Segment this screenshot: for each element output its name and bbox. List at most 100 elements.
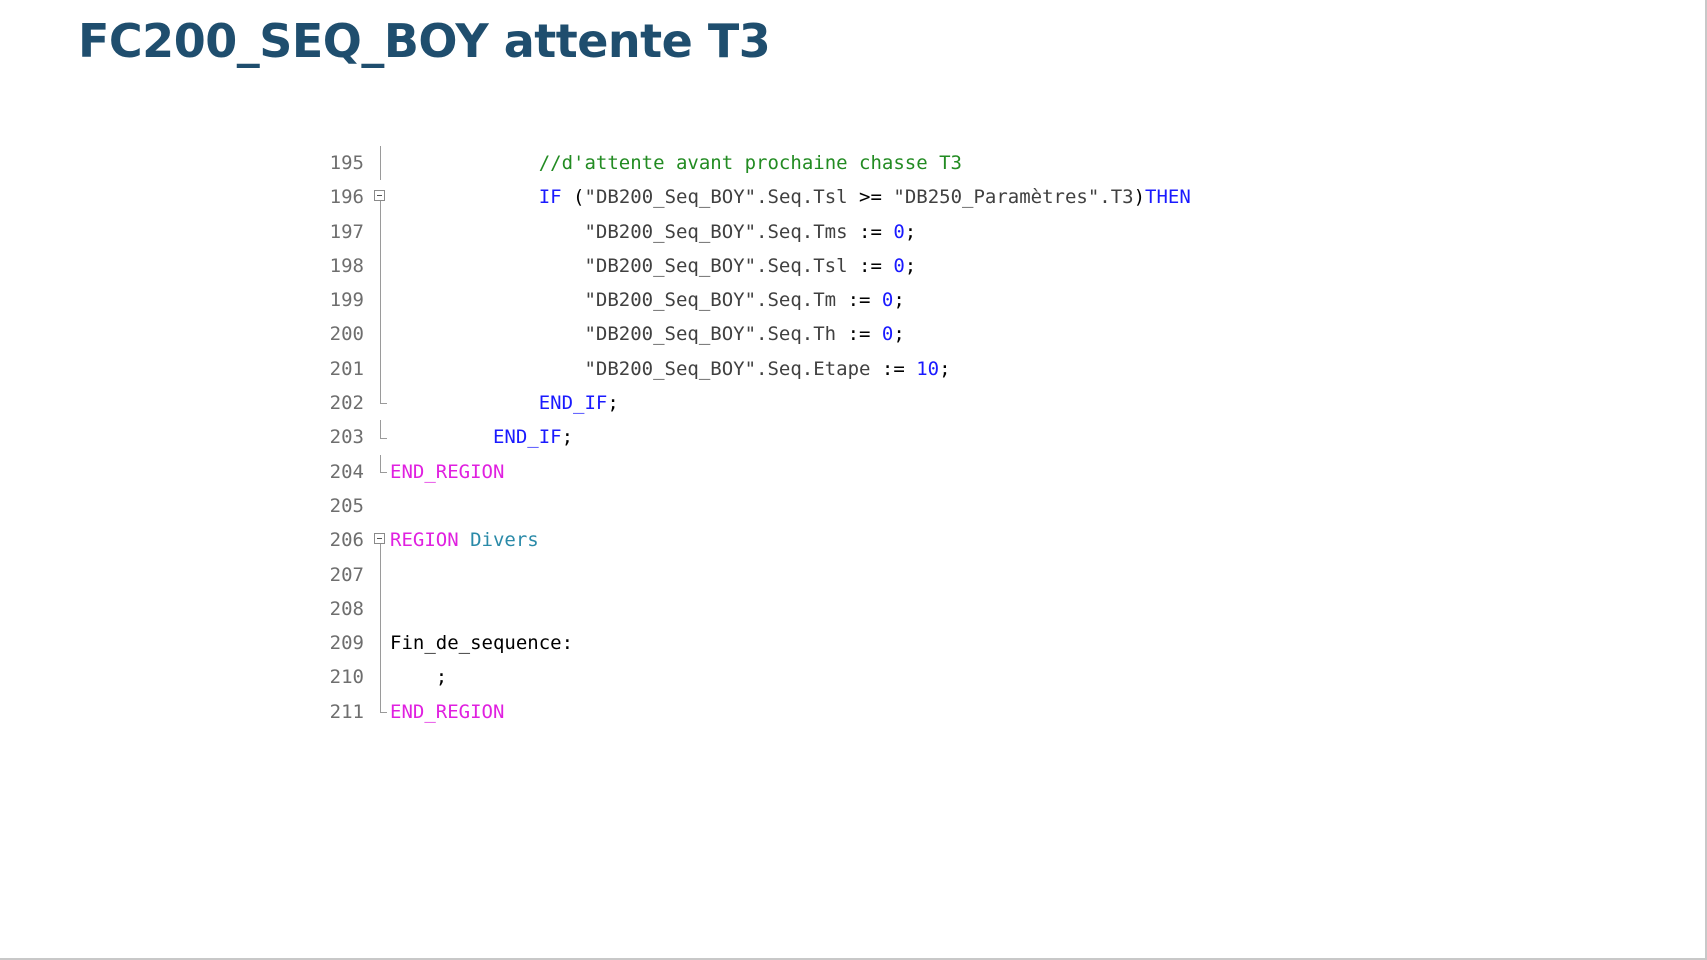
code-token-string: "DB250_Paramètres".T3 — [893, 186, 1134, 209]
code-token-op: := — [836, 289, 882, 312]
code-token-op: := — [870, 357, 917, 380]
code-text: END_REGION — [390, 455, 504, 489]
code-token-string: "DB200_Seq_BOY".Seq.Etape — [584, 357, 871, 380]
code-text: //d'attente avant prochaine chasse T3 — [390, 146, 962, 180]
code-token-op: ( — [561, 186, 585, 209]
code-token-op: ; — [561, 426, 574, 449]
line-number: 198 — [329, 254, 364, 277]
code-line[interactable]: 199 "DB200_Seq_BOY".Seq.Tm := 0; — [300, 283, 1400, 318]
line-number: 199 — [329, 289, 364, 312]
fold-gutter — [372, 283, 390, 318]
code-token-keyword: THEN — [1145, 186, 1191, 209]
fold-gutter — [372, 317, 390, 352]
line-number: 209 — [329, 632, 364, 655]
code-line[interactable]: 210 ; — [300, 660, 1400, 695]
code-line[interactable]: 202 END_IF; — [300, 386, 1400, 420]
fold-gutter — [372, 248, 390, 284]
line-number: 200 — [329, 323, 364, 346]
collapse-toggle-icon[interactable] — [374, 190, 385, 202]
line-number: 195 — [329, 152, 364, 174]
fold-gutter — [372, 146, 390, 181]
code-token-op: ; — [893, 289, 905, 312]
code-token-string: "DB200_Seq_BOY".Seq.Tm — [584, 289, 837, 312]
code-line[interactable]: 196 IF ("DB200_Seq_BOY".Seq.Tsl >= "DB25… — [300, 180, 1400, 215]
code-line[interactable]: 207 — [300, 557, 1400, 592]
code-token-number: 0 — [893, 254, 905, 277]
code-token-string: "DB200_Seq_BOY".Seq.Th — [584, 323, 837, 346]
code-token-op: ; — [607, 392, 619, 415]
fold-gutter — [372, 214, 390, 249]
code-token-op: ; — [904, 220, 917, 243]
code-token-keyword: END_IF — [538, 392, 608, 415]
code-token-op: >= — [847, 186, 894, 209]
line-number: 208 — [329, 597, 364, 620]
collapse-toggle-icon[interactable] — [374, 533, 385, 545]
code-token-number: 0 — [881, 289, 894, 312]
fold-gutter — [372, 180, 390, 215]
code-text: "DB200_Seq_BOY".Seq.Tms := 0; — [390, 215, 916, 249]
code-line[interactable]: 200 "DB200_Seq_BOY".Seq.Th := 0; — [300, 317, 1400, 352]
line-number: 204 — [329, 460, 364, 483]
code-line[interactable]: 197 "DB200_Seq_BOY".Seq.Tms := 0; — [300, 214, 1400, 249]
code-token-string: "DB200_Seq_BOY".Seq.Tsl — [584, 186, 848, 209]
code-text: END_IF; — [390, 386, 619, 420]
code-line[interactable]: 206 REGION Divers — [300, 523, 1400, 558]
line-number: 210 — [329, 666, 364, 689]
code-text: END_REGION — [390, 695, 504, 729]
code-token-op: ; — [904, 254, 917, 277]
code-token-keyword: IF — [538, 186, 562, 209]
code-token-op — [459, 529, 470, 551]
slide-title: FC200_SEQ_BOY attente T3 — [78, 14, 771, 68]
fold-gutter — [372, 351, 390, 387]
code-text: "DB200_Seq_BOY".Seq.Th := 0; — [390, 317, 905, 351]
code-line[interactable]: 205 — [300, 489, 1400, 523]
slide: FC200_SEQ_BOY attente T3 195 //d'attente… — [0, 0, 1707, 960]
code-token-op: := — [836, 323, 882, 346]
line-number: 197 — [329, 220, 364, 243]
code-token-region: END_REGION — [390, 700, 505, 723]
code-token-op: ; — [939, 357, 951, 380]
code-token-region: END_REGION — [390, 460, 505, 483]
code-token-op: ) — [1133, 186, 1146, 209]
code-text: ; — [390, 660, 447, 694]
code-token-number: 10 — [916, 357, 940, 380]
code-line[interactable]: 208 — [300, 591, 1400, 627]
line-number: 201 — [329, 357, 364, 380]
code-line[interactable]: 198 "DB200_Seq_BOY".Seq.Tsl := 0; — [300, 248, 1400, 284]
fold-gutter — [372, 454, 390, 489]
code-editor[interactable]: 195 //d'attente avant prochaine chasse T… — [300, 146, 1400, 729]
fold-gutter — [372, 386, 390, 420]
fold-gutter — [372, 420, 390, 454]
fold-gutter — [372, 557, 390, 592]
code-text: END_IF; — [390, 420, 573, 454]
line-number: 196 — [329, 186, 364, 209]
code-line[interactable]: 201 "DB200_Seq_BOY".Seq.Etape := 10; — [300, 351, 1400, 387]
code-text: IF ("DB200_Seq_BOY".Seq.Tsl >= "DB250_Pa… — [390, 180, 1191, 214]
code-text: "DB200_Seq_BOY".Seq.Etape := 10; — [390, 352, 951, 386]
code-line[interactable]: 203 END_IF; — [300, 420, 1400, 454]
code-token-string: "DB200_Seq_BOY".Seq.Tms — [584, 220, 848, 243]
code-token-op: := — [847, 220, 894, 243]
line-number: 211 — [329, 700, 364, 723]
code-line[interactable]: 209 Fin_de_sequence: — [300, 626, 1400, 661]
code-token-plain: ; — [435, 666, 448, 689]
line-number: 207 — [329, 563, 364, 586]
line-number: 206 — [329, 529, 364, 552]
code-token-region: REGION — [390, 529, 459, 552]
code-line[interactable]: 211 END_REGION — [300, 694, 1400, 729]
code-text: "DB200_Seq_BOY".Seq.Tsl := 0; — [390, 249, 916, 283]
code-token-number: 0 — [893, 220, 905, 243]
code-token-regionname: Divers — [470, 529, 539, 552]
line-number: 205 — [329, 494, 364, 517]
code-token-string: "DB200_Seq_BOY".Seq.Tsl — [584, 254, 848, 277]
code-token-number: 0 — [881, 323, 894, 346]
code-line[interactable]: 195 //d'attente avant prochaine chasse T… — [300, 146, 1400, 181]
fold-gutter — [372, 694, 390, 729]
fold-gutter — [372, 660, 390, 695]
fold-gutter — [372, 591, 390, 627]
fold-gutter — [372, 523, 390, 558]
code-line[interactable]: 204 END_REGION — [300, 454, 1400, 489]
line-number: 203 — [329, 426, 364, 449]
code-text: REGION Divers — [390, 523, 539, 557]
code-token-op: ; — [893, 323, 905, 346]
